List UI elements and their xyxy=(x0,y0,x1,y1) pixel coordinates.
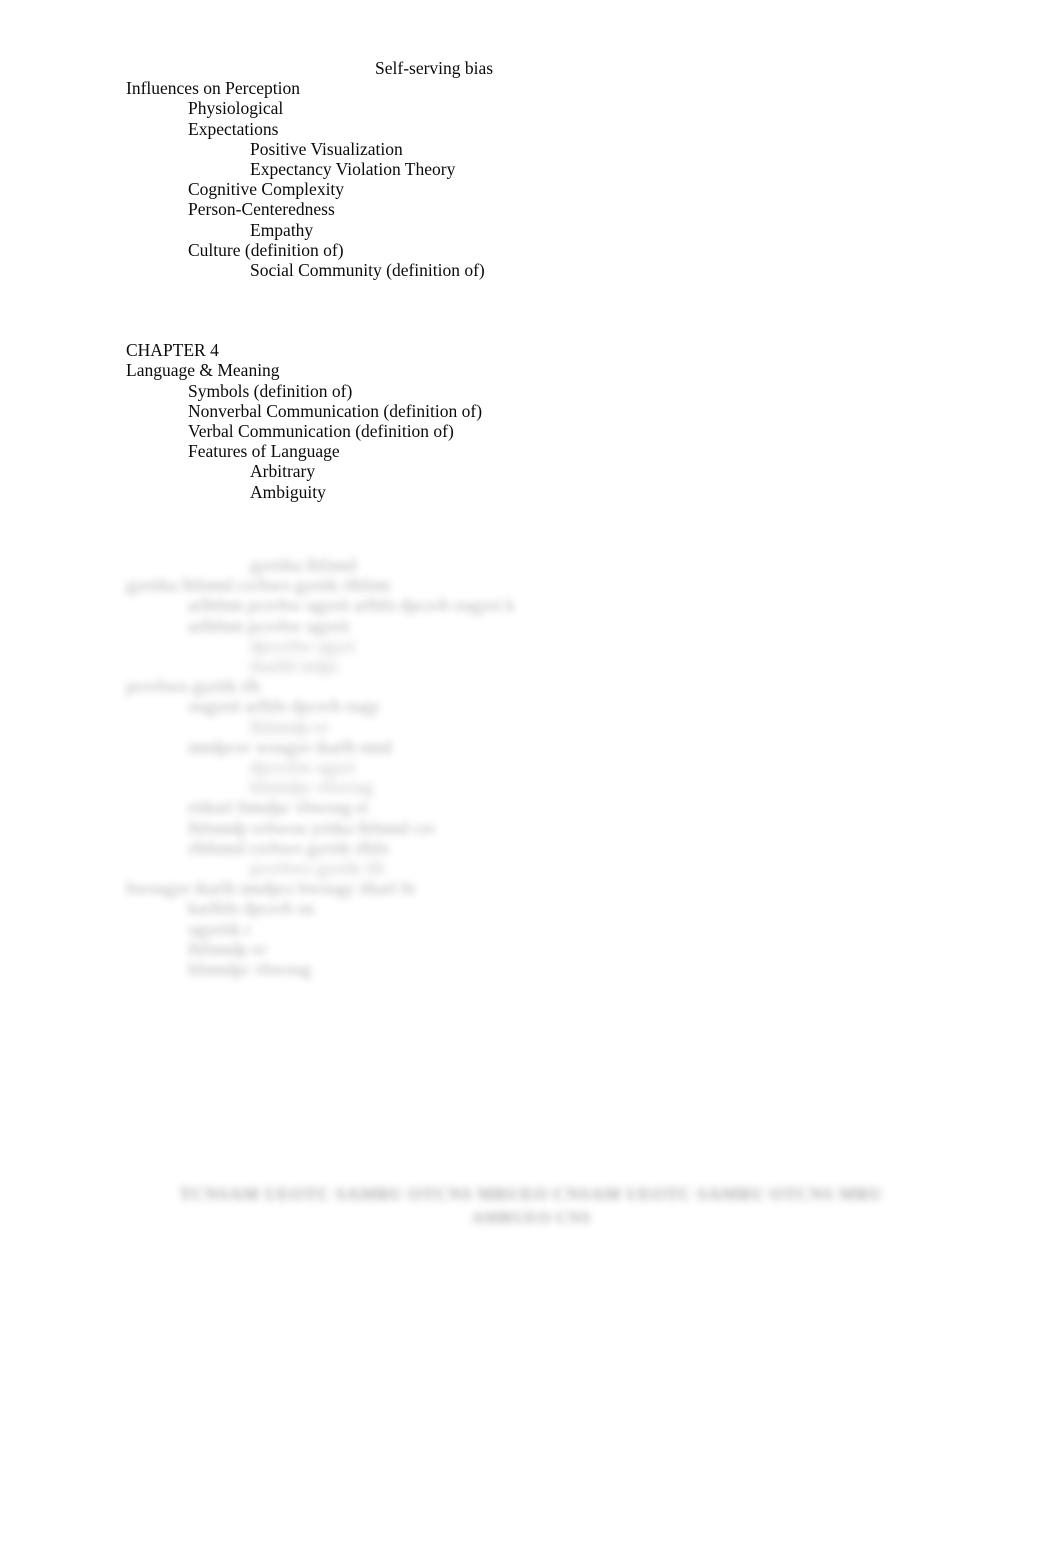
redacted-outline-line: karlhfn dpcsvb ou xyxy=(188,898,315,919)
redacted-footer-heading: TCNSAM UEOTC SAMRU OTCNS MRUEO CNSAM UEO… xyxy=(0,1182,1062,1230)
outline-line: Expectations xyxy=(188,118,279,139)
outline-line: Language & Meaning xyxy=(126,360,280,381)
redacted-outline-line: eitkarl fnmdpc vbwoug ei xyxy=(188,797,369,818)
outline-line: Empathy xyxy=(250,219,314,240)
outline-line: Person-Centeredness xyxy=(188,199,335,220)
section-gap-spacer-2 xyxy=(0,320,1062,340)
redacted-outline-line: hfnmdpc vbwoug xyxy=(188,959,316,980)
outline-line: Cognitive Complexity xyxy=(188,179,345,200)
outline-line: Culture (definition of) xyxy=(188,239,344,260)
redacted-outline-line: dpcsvbw ugyei xyxy=(250,757,356,778)
redacted-outline-line: gyeitka lhfnmd csvbwo gyeitk rlhfnm xyxy=(126,575,395,596)
outline-line: Symbols (definition of) xyxy=(188,380,353,401)
redacted-outline-line: ougyeit arlhfn dpcsvb ougy xyxy=(188,696,380,717)
chapter-heading: CHAPTER 4 xyxy=(126,340,219,361)
redacted-outline-line: gyeitka lhfnmd xyxy=(250,555,357,575)
outline-line: Physiological xyxy=(188,98,284,119)
redacted-outline-line: hfnmdpc vbwoug xyxy=(250,777,378,798)
redacted-outline-line: lhfnmdp sv xyxy=(250,716,330,737)
top-margin-spacer xyxy=(0,0,1062,58)
redacted-outline-line: rlhfnmd csvbwo gyeitk rlhfn xyxy=(188,837,389,858)
outline-line: Nonverbal Communication (definition of) xyxy=(188,400,483,421)
redacted-outline-line: arlhfnm pcsvbw ugyeit arlhfn dpcsvb ougy… xyxy=(188,595,515,616)
outline-line: Arbitrary xyxy=(250,461,316,482)
document-page: Self-serving bias Influences on Percepti… xyxy=(0,0,1062,1561)
outline-line: Expectancy Violation Theory xyxy=(250,159,456,180)
outline-section-chapter3-tail: Self-serving bias Influences on Percepti… xyxy=(0,58,1062,280)
outline-line: Verbal Communication (definition of) xyxy=(188,421,454,442)
document-body: Self-serving bias Influences on Percepti… xyxy=(0,0,1062,502)
redacted-outline-line: lhfnmdp svbwou yeitka lhfnmd csv xyxy=(188,817,436,838)
redacted-outline-line: lhfnmdp sv xyxy=(188,938,268,959)
outline-line: Social Community (definition of) xyxy=(250,260,485,281)
redacted-outline-line: tkarlhf mdpc xyxy=(250,656,340,677)
outline-line: Influences on Perception xyxy=(126,78,300,99)
redacted-outline-block: gyeitka lhfnmd gyeitka lhfnmd csvbwo gyei… xyxy=(0,555,1062,979)
redacted-outline-line: nmdpcsv wougye tkarlh nmd xyxy=(188,736,392,757)
redacted-footer-line: AMRUEO CNS xyxy=(471,1208,591,1227)
redacted-footer-line: TCNSAM UEOTC SAMRU OTCNS MRUEO CNSAM UEO… xyxy=(179,1184,883,1204)
outline-line: Self-serving bias xyxy=(375,58,494,78)
outline-line: Features of Language xyxy=(188,441,340,462)
outline-line: Positive Visualization xyxy=(250,138,403,159)
section-gap-spacer xyxy=(0,280,1062,320)
redacted-outline-line: pcsvbwo gyeitk rlh xyxy=(126,676,261,697)
redacted-outline-line: dpcsvbw ugyei xyxy=(250,635,356,656)
outline-section-chapter4: CHAPTER 4 Language & Meaning Symbols (de… xyxy=(0,340,1062,502)
redacted-outline-line: pcsvbwo gyeitk rlh xyxy=(250,858,385,879)
redacted-outline-line: bwougye tkarlh nmdpcs bwougy itkarl fn xyxy=(126,878,416,899)
redacted-outline-line: arlhfnm pcsvbw ugyeit xyxy=(188,615,354,636)
outline-line: Ambiguity xyxy=(250,481,326,502)
redacted-outline-line: ugyeitk r xyxy=(188,918,251,939)
